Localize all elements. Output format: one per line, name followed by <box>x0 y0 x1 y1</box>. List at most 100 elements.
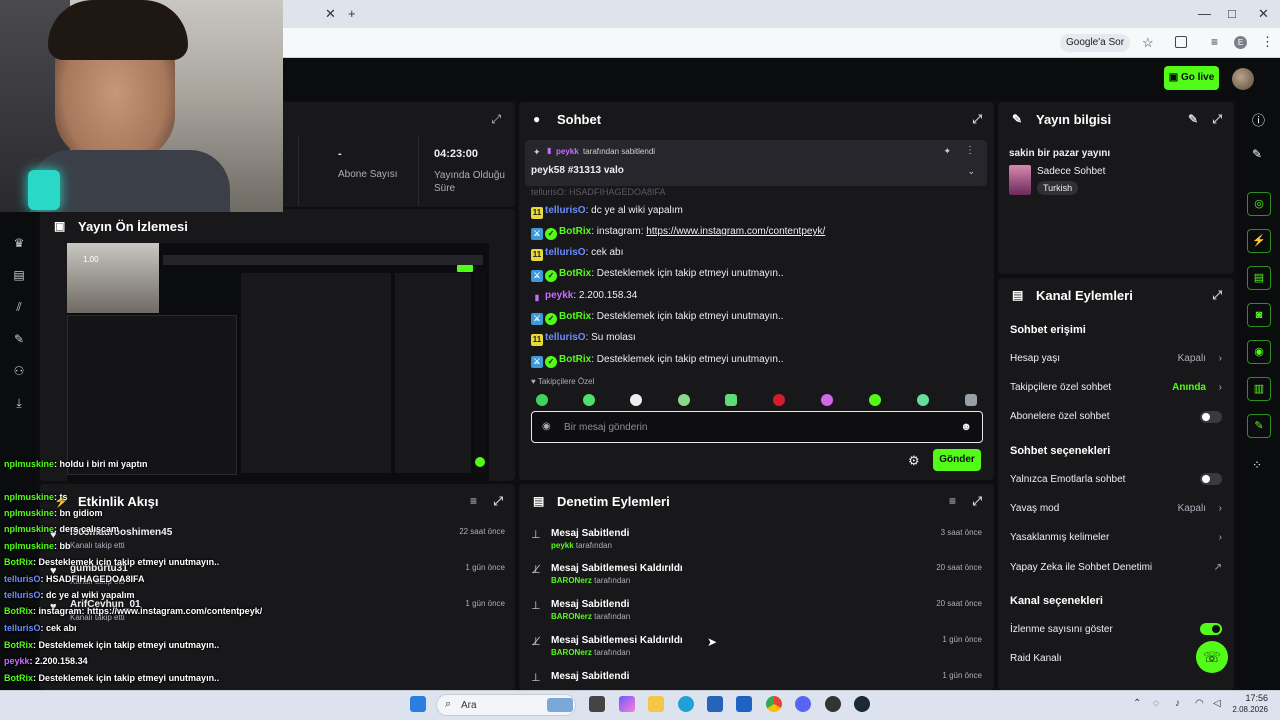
wrench-icon[interactable]: ✎ <box>1247 414 1271 438</box>
info-icon[interactable]: ⓘ <box>1252 110 1265 129</box>
apps-icon[interactable]: ⁘ <box>1252 458 1262 472</box>
popout-icon[interactable]: ⤢ <box>493 494 503 509</box>
subscribers-chat-toggle[interactable] <box>1200 411 1222 423</box>
profile-icon[interactable]: E <box>1234 36 1247 49</box>
popout-icon[interactable]: ⤢ <box>972 112 982 127</box>
new-tab-icon[interactable]: + <box>348 6 356 21</box>
pencil-icon[interactable]: ✎ <box>1252 147 1262 161</box>
popout-icon[interactable]: ⤢ <box>1212 112 1222 127</box>
ai-moderation-row[interactable]: Yapay Zeka ile Sohbet Denetimi ↗ <box>1010 562 1222 573</box>
emote-icon[interactable] <box>821 394 833 406</box>
stream-preview-video[interactable]: 1.00 <box>67 243 489 481</box>
close-window-icon[interactable]: ✕ <box>1258 6 1269 22</box>
emote-icon[interactable] <box>536 394 548 406</box>
chat-user[interactable]: BotRix <box>559 354 591 365</box>
chat-user[interactable]: tellurisO <box>545 332 586 343</box>
emote-icon[interactable] <box>678 394 690 406</box>
volume-icon[interactable]: ◁ <box>1213 698 1221 709</box>
mod-user[interactable]: BARONerz <box>551 576 592 585</box>
task-view-icon[interactable] <box>589 696 605 712</box>
download-icon[interactable]: ⤓ <box>11 396 27 410</box>
popout-icon[interactable]: ⤢ <box>1212 288 1222 303</box>
microphone-icon[interactable]: ♪ <box>1175 698 1180 709</box>
filter-icon[interactable]: ≡ <box>949 494 956 508</box>
chat-settings-icon[interactable]: ⚙ <box>908 453 920 469</box>
support-button[interactable]: ☏ <box>1196 641 1228 673</box>
users-icon[interactable]: ⚇ <box>11 364 27 378</box>
emote-icon[interactable] <box>965 394 977 406</box>
followers-chat-row[interactable]: Takipçilere özel sohbet Anında › <box>1010 382 1222 393</box>
chat-user[interactable]: peykk <box>545 290 573 301</box>
mail-icon[interactable] <box>736 696 752 712</box>
go-live-button[interactable]: ▣ Go live <box>1164 66 1219 90</box>
send-button[interactable]: Gönder <box>933 449 981 471</box>
broadcast-icon[interactable]: ◉ <box>1247 340 1271 364</box>
minimize-icon[interactable]: — <box>1198 6 1211 21</box>
emote-icon[interactable] <box>725 394 737 406</box>
ask-google-button[interactable]: Google'a Sor <box>1060 34 1131 52</box>
category-thumbnail[interactable] <box>1009 165 1031 195</box>
mod-user[interactable]: BARONerz <box>551 648 592 657</box>
account-age-row[interactable]: Hesap yaşı Kapalı › <box>1010 353 1222 364</box>
copilot-icon[interactable] <box>619 696 635 712</box>
chrome-icon[interactable] <box>766 696 782 712</box>
camera-icon[interactable]: ◎ <box>1247 192 1271 216</box>
popout-icon[interactable]: ⤢ <box>491 112 501 127</box>
edit-icon[interactable]: ✎ <box>1188 112 1198 126</box>
obs-icon[interactable] <box>825 696 841 712</box>
chat-user[interactable]: tellurisO <box>545 205 586 216</box>
taskbar-search[interactable]: ⌕ Ara <box>436 694 576 716</box>
emote-icon[interactable] <box>583 394 595 406</box>
bookmark-star-icon[interactable]: ☆ <box>1142 35 1154 51</box>
unpin-icon[interactable]: ✦ <box>943 146 951 157</box>
chat-user[interactable]: BotRix <box>559 226 591 237</box>
show-viewers-toggle[interactable] <box>1200 623 1222 635</box>
file-explorer-icon[interactable] <box>648 696 664 712</box>
chevron-up-icon[interactable]: ⌃ <box>1133 698 1141 709</box>
emoji-icon[interactable]: ☻ <box>960 421 972 433</box>
analytics-icon[interactable]: ⫽ <box>11 300 27 314</box>
extensions-icon[interactable] <box>1175 36 1187 48</box>
network-icon[interactable]: ◌ <box>1153 698 1159 709</box>
avatar[interactable] <box>1232 68 1254 90</box>
steam-icon[interactable] <box>854 696 870 712</box>
slow-mode-row[interactable]: Yavaş mod Kapalı › <box>1010 503 1222 514</box>
maximize-icon[interactable]: □ <box>1228 6 1236 21</box>
reading-list-icon[interactable]: ≡ <box>1211 35 1218 49</box>
chat-input[interactable]: ◉ Bir mesaj gönderin ☻ <box>531 411 983 443</box>
store-icon[interactable] <box>707 696 723 712</box>
windows-start-icon[interactable] <box>410 696 426 712</box>
raid-channel-row[interactable]: Raid Kanalı <box>1010 653 1222 664</box>
emote-icon[interactable] <box>630 394 642 406</box>
menu-dots-icon[interactable]: ⋮ <box>1261 34 1274 50</box>
layout-icon[interactable]: ▥ <box>1247 377 1271 401</box>
popout-icon[interactable]: ⤢ <box>972 494 982 509</box>
chat-user[interactable]: tellurisO <box>545 247 586 258</box>
taskbar-time[interactable]: 17:56 <box>1230 693 1268 703</box>
pinned-message[interactable]: ✦ ▮ peykk tarafından sabitlendi peyk58 #… <box>525 140 987 186</box>
trophy-icon[interactable]: ♛ <box>11 236 27 250</box>
chat-user[interactable]: BotRix <box>559 311 591 322</box>
taskbar-date[interactable]: 2.08.2026 <box>1222 705 1268 714</box>
emote-icon[interactable] <box>773 394 785 406</box>
filter-icon[interactable]: ≡ <box>470 494 477 508</box>
discord-icon[interactable] <box>795 696 811 712</box>
wrench-icon[interactable]: ✎ <box>11 332 27 346</box>
video-icon[interactable]: ▤ <box>11 268 27 282</box>
emote-only-toggle[interactable] <box>1200 473 1222 485</box>
lightning-icon[interactable]: ⚡ <box>1247 229 1271 253</box>
wifi-icon[interactable]: ◠ <box>1195 698 1204 709</box>
banned-words-row[interactable]: Yasaklanmış kelimeler › <box>1010 532 1222 543</box>
chat-link[interactable]: https://www.instagram.com/contentpeyk/ <box>646 226 825 237</box>
emote-icon[interactable] <box>869 394 881 406</box>
mod-user[interactable]: peykk <box>551 541 574 550</box>
category-name[interactable]: Sadece Sohbet <box>1037 166 1105 177</box>
document-icon[interactable]: ▤ <box>1247 266 1271 290</box>
edge-icon[interactable] <box>678 696 694 712</box>
chat-bubble-icon[interactable]: ◙ <box>1247 303 1271 327</box>
chat-user[interactable]: BotRix <box>559 268 591 279</box>
chevron-down-icon[interactable]: ⌄ <box>967 166 975 177</box>
mod-user[interactable]: BARONerz <box>551 612 592 621</box>
close-tab-icon[interactable]: ✕ <box>325 6 336 22</box>
more-options-icon[interactable]: ⋮ <box>965 145 975 156</box>
